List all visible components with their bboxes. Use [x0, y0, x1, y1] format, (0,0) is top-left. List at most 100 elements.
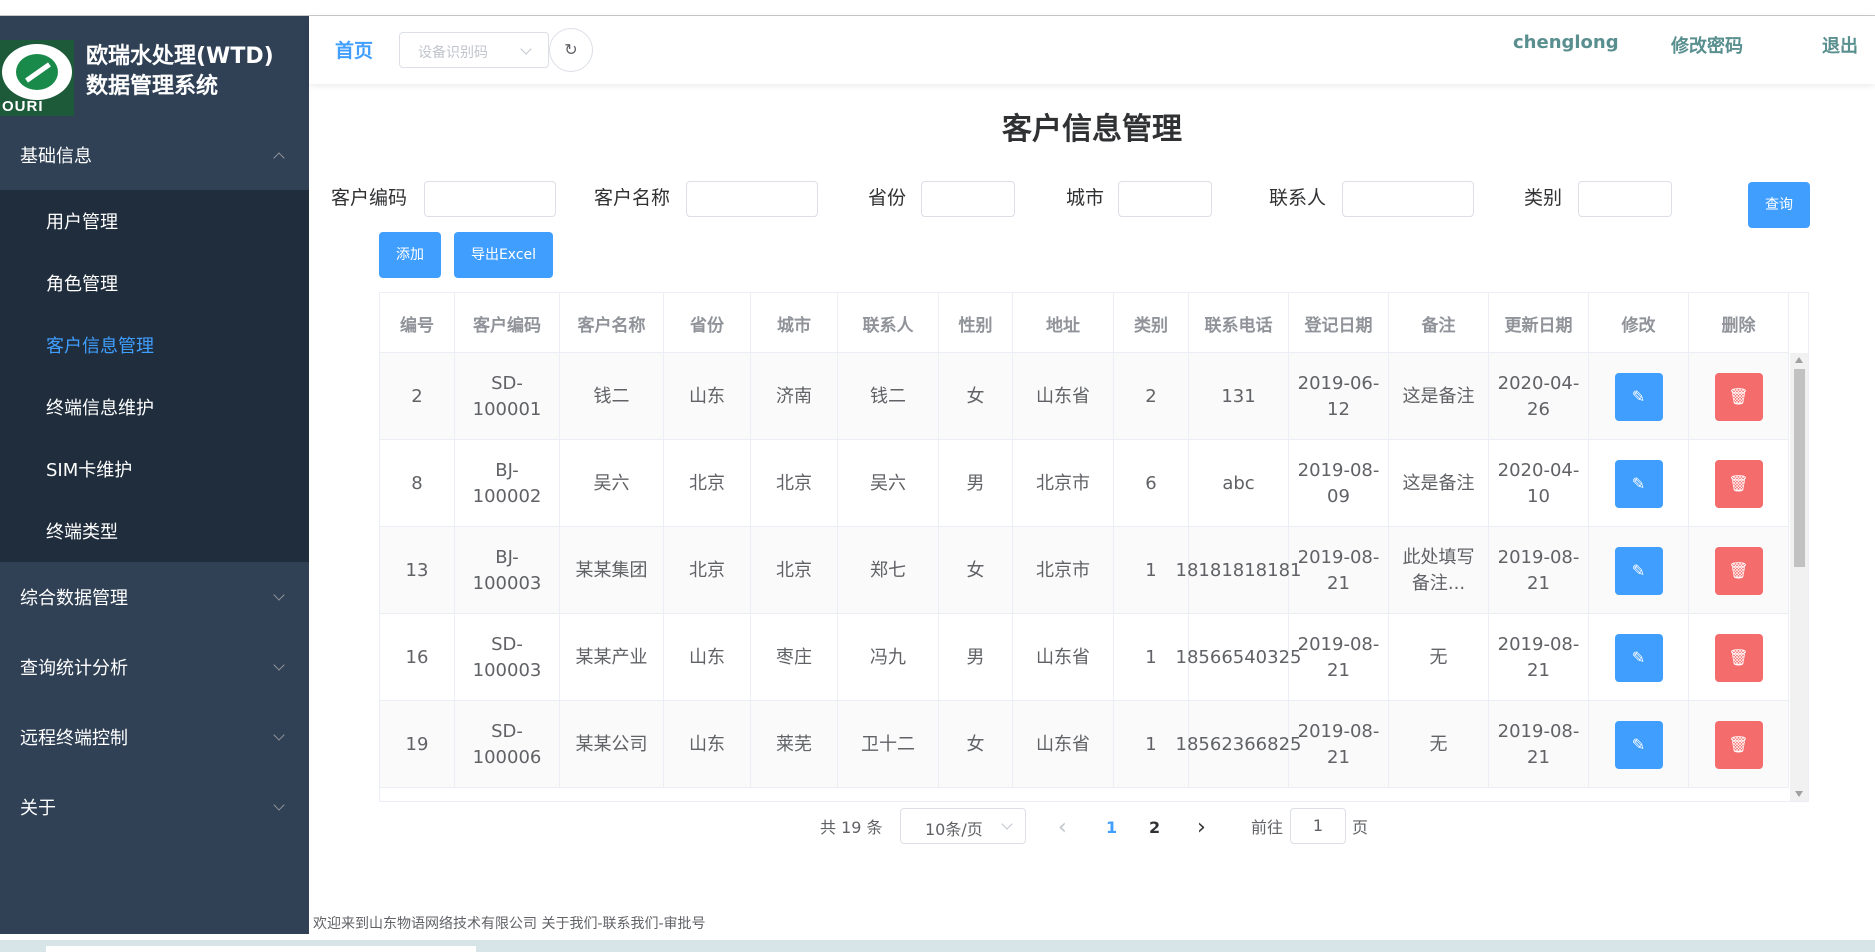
- trash-icon: 🗑: [1728, 734, 1749, 754]
- edit-icon: ✎: [1631, 473, 1646, 493]
- menu-group-data-management[interactable]: 综合数据管理: [0, 562, 309, 632]
- sidebar-item-customer-info[interactable]: 客户信息管理: [0, 314, 309, 376]
- logout-link[interactable]: 退出: [1822, 32, 1858, 58]
- cell-gender: 女: [939, 701, 1013, 788]
- cell-contact: 吴六: [838, 440, 939, 527]
- sidebar-item-label: 终端信息维护: [46, 398, 154, 419]
- page-number-2[interactable]: 2: [1149, 810, 1160, 846]
- brand: OURI 欧瑞水处理(WTD) 数据管理系统: [0, 16, 309, 120]
- cell-edit: ✎: [1589, 614, 1689, 701]
- province-label: 省份: [868, 187, 907, 209]
- cell-delete: 🗑: [1689, 440, 1789, 527]
- column-header: 类别: [1114, 293, 1189, 353]
- cell-note: 这是备注: [1389, 440, 1489, 527]
- query-button[interactable]: 查询: [1748, 182, 1810, 228]
- edit-button[interactable]: ✎: [1614, 546, 1663, 595]
- table-row: 19 SD-100006 某某公司 山东 莱芜 卫十二女山东省 1 18562366825 20…: [380, 701, 1789, 788]
- customer-name-input[interactable]: [686, 181, 818, 217]
- customer-table: 编号 客户编码 客户名称 省份 城市 联系人 性别 地址 类别 联系电话 登记日期 备注 更新日期 修改删…: [379, 292, 1809, 802]
- cell-edit: ✎: [1589, 353, 1689, 440]
- cell-gender: 女: [939, 527, 1013, 614]
- cell-update-date: 2019-08-21: [1489, 701, 1589, 788]
- city-input[interactable]: [1118, 181, 1212, 217]
- menu-group-label: 基础信息: [20, 146, 92, 167]
- scroll-down-icon[interactable]: [1795, 791, 1803, 797]
- contact-input[interactable]: [1342, 181, 1474, 217]
- export-excel-button[interactable]: 导出Excel: [454, 232, 553, 278]
- cell-delete: 🗑: [1689, 701, 1789, 788]
- menu-group-statistics[interactable]: 查询统计分析: [0, 632, 309, 702]
- edit-button[interactable]: ✎: [1614, 720, 1663, 769]
- breadcrumb-home[interactable]: 首页: [335, 36, 373, 63]
- sidebar-item-label: SIM卡维护: [46, 460, 133, 481]
- sidebar-item-user-management[interactable]: 用户管理: [0, 190, 309, 252]
- edit-button[interactable]: ✎: [1614, 633, 1663, 682]
- edit-button[interactable]: ✎: [1614, 372, 1663, 421]
- delete-button[interactable]: 🗑: [1714, 720, 1763, 769]
- device-id-select[interactable]: 设备识别码: [399, 32, 549, 68]
- cell-province: 山东: [664, 353, 751, 440]
- next-page-icon[interactable]: ›: [1197, 810, 1206, 846]
- delete-button[interactable]: 🗑: [1714, 372, 1763, 421]
- username-link[interactable]: chenglong: [1513, 32, 1619, 53]
- goto-suffix: 页: [1352, 818, 1369, 837]
- cell-note: 无: [1389, 614, 1489, 701]
- refresh-button[interactable]: ↻: [549, 28, 593, 72]
- sidebar-item-sim-card[interactable]: SIM卡维护: [0, 438, 309, 500]
- customer-code-input[interactable]: [424, 181, 556, 217]
- menu-group-label: 远程终端控制: [20, 728, 128, 749]
- column-header: 地址: [1013, 293, 1114, 353]
- cell-gender: 男: [939, 440, 1013, 527]
- cell-address: 北京市: [1013, 527, 1114, 614]
- brand-title-line2: 数据管理系统: [86, 74, 219, 99]
- goto-page-input[interactable]: 1: [1290, 808, 1346, 844]
- delete-button[interactable]: 🗑: [1714, 546, 1763, 595]
- add-button[interactable]: 添加: [379, 232, 441, 278]
- pagination-total: 共 19 条: [820, 818, 883, 837]
- page-size-select[interactable]: 10条/页: [900, 808, 1026, 844]
- cell-update-date: 2020-04-26: [1489, 353, 1589, 440]
- province-input[interactable]: [921, 181, 1015, 217]
- delete-button[interactable]: 🗑: [1714, 459, 1763, 508]
- cell-update-date: 2020-04-10: [1489, 440, 1589, 527]
- trash-icon: 🗑: [1728, 473, 1749, 493]
- taskbar-tab: [46, 946, 476, 952]
- prev-page-icon[interactable]: ‹: [1058, 810, 1067, 846]
- menu-group-about[interactable]: 关于: [0, 772, 309, 842]
- sidebar-item-label: 用户管理: [46, 212, 118, 233]
- menu-group-remote-control[interactable]: 远程终端控制: [0, 702, 309, 772]
- cell-reg-date: 2019-08-21: [1289, 527, 1389, 614]
- sidebar-item-role-management[interactable]: 角色管理: [0, 252, 309, 314]
- scroll-up-icon[interactable]: [1795, 357, 1803, 363]
- cell-edit: ✎: [1589, 701, 1689, 788]
- cell-city: 北京: [751, 440, 838, 527]
- cell-delete: 🗑: [1689, 614, 1789, 701]
- delete-button[interactable]: 🗑: [1714, 633, 1763, 682]
- cell-city: 莱芜: [751, 701, 838, 788]
- column-header: 客户编码: [455, 293, 560, 353]
- change-password-link[interactable]: 修改密码: [1671, 32, 1743, 58]
- sidebar-item-label: 角色管理: [46, 274, 118, 295]
- sidebar-item-terminal-info[interactable]: 终端信息维护: [0, 376, 309, 438]
- cell-reg-date: 2019-08-21: [1289, 614, 1389, 701]
- taskbar-strip: [0, 940, 1875, 952]
- cell-phone: abc: [1189, 440, 1289, 527]
- cell-category: 2: [1114, 353, 1189, 440]
- category-input[interactable]: [1578, 181, 1672, 217]
- cell-contact: 郑七: [838, 527, 939, 614]
- page-number-1[interactable]: 1: [1106, 810, 1117, 846]
- sidebar-item-label: 终端类型: [46, 522, 118, 543]
- edit-button[interactable]: ✎: [1614, 459, 1663, 508]
- scrollbar-thumb[interactable]: [1794, 369, 1805, 567]
- brand-title-line1: 欧瑞水处理(WTD): [86, 44, 274, 69]
- cell-customer-code: BJ-100003: [455, 527, 560, 614]
- sidebar-item-terminal-type[interactable]: 终端类型: [0, 500, 309, 562]
- city-label: 城市: [1066, 187, 1105, 209]
- page-title: 客户信息管理: [1002, 112, 1182, 147]
- column-header: 联系人: [838, 293, 939, 353]
- edit-icon: ✎: [1631, 386, 1646, 406]
- cell-city: 枣庄: [751, 614, 838, 701]
- menu-group-basic-info[interactable]: 基础信息: [0, 120, 309, 190]
- table-scrollbar[interactable]: [1790, 353, 1808, 801]
- edit-icon: ✎: [1631, 734, 1646, 754]
